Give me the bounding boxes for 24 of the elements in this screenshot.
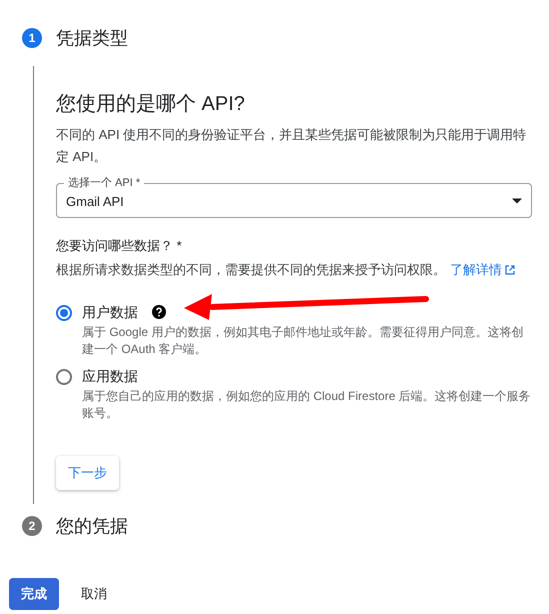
option-label: 应用数据: [82, 367, 138, 386]
api-select[interactable]: 选择一个 API * Gmail API: [56, 176, 532, 218]
step-title: 凭据类型: [56, 27, 128, 50]
select-value: Gmail API: [66, 194, 124, 208]
radio-button[interactable]: [56, 369, 72, 385]
step-number: 2: [22, 516, 42, 536]
hint-text: 根据所请求数据类型的不同，需要提供不同的凭据来授予访问权限。: [56, 261, 446, 279]
cancel-button[interactable]: 取消: [69, 578, 119, 610]
option-description: 属于 Google 用户的数据，例如其电子邮件地址或年龄。需要征得用户同意。这将创建一个 OAuth 客户端。: [82, 324, 524, 358]
option-description: 属于您自己的应用的数据，例如您的应用的 Cloud Firestore 后端。这将创建一个服务账号。: [82, 388, 532, 422]
radio-button[interactable]: [56, 305, 72, 321]
external-link-icon: [505, 265, 515, 275]
done-button[interactable]: 完成: [9, 578, 59, 610]
next-button[interactable]: 下一步: [56, 456, 119, 490]
learn-more-link[interactable]: 了解详情: [450, 260, 515, 280]
help-icon[interactable]: [152, 305, 166, 319]
caret-icon: [512, 198, 522, 204]
option-label: 用户数据: [82, 303, 138, 322]
step-number: 1: [22, 28, 42, 48]
select-label: 选择一个 API *: [64, 176, 144, 190]
question-text: 您要访问哪些数据？ *: [56, 237, 183, 255]
section-heading: 您使用的是哪个 API?: [56, 92, 246, 117]
description-text: 不同的 API 使用不同的身份验证平台，并且某些凭据可能被限制为只能用于调用特定 API。: [56, 126, 528, 166]
step-title: 您的凭据: [56, 515, 128, 538]
